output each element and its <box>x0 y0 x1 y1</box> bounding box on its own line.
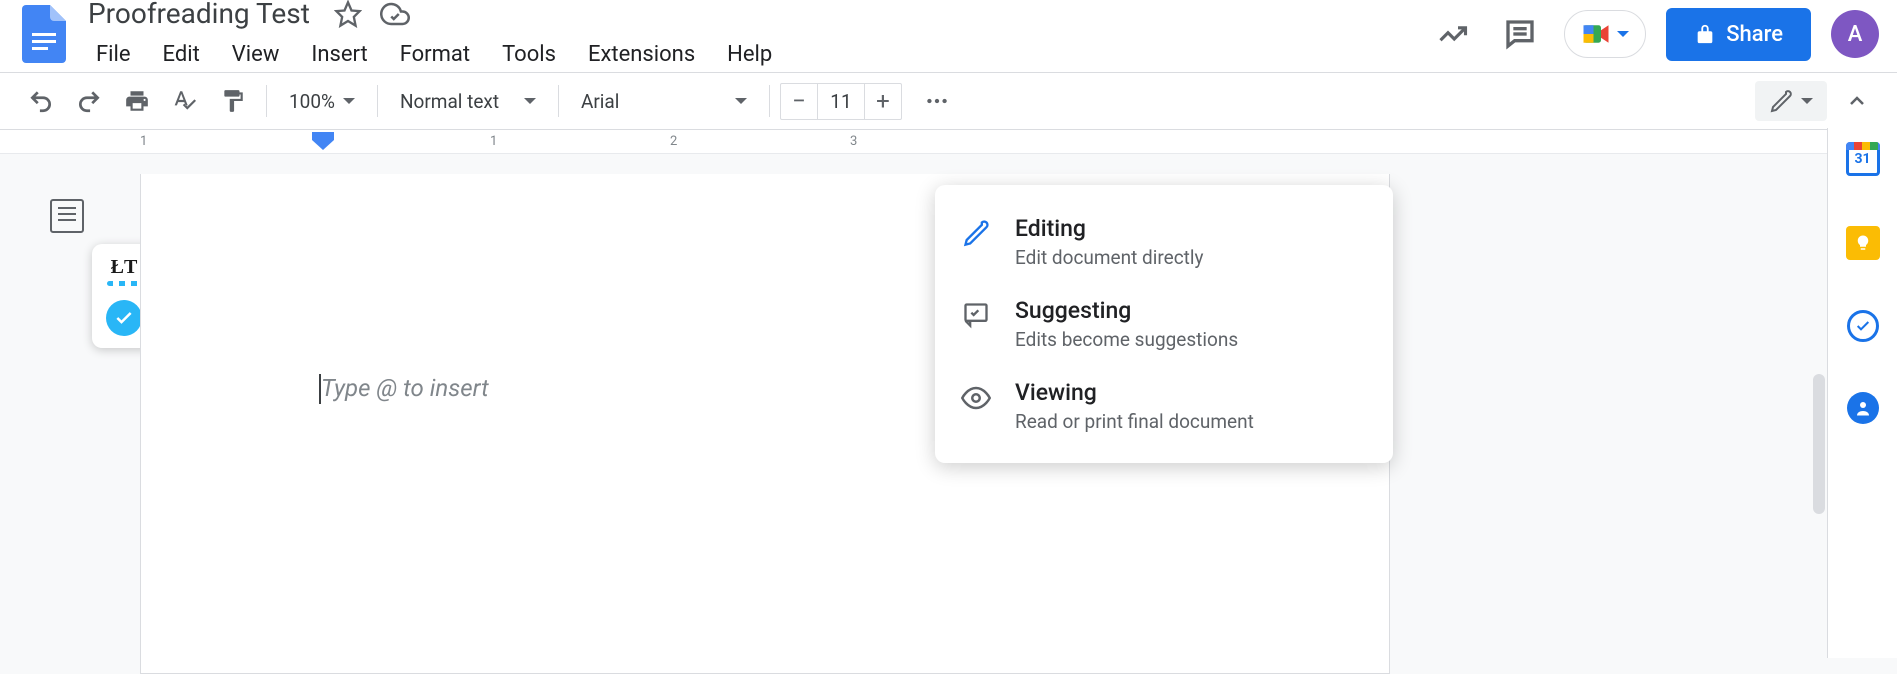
menu-extensions[interactable]: Extensions <box>574 36 709 73</box>
font-size-decrease[interactable]: − <box>781 84 817 118</box>
pencil-icon <box>961 219 991 247</box>
wave-icon <box>107 281 141 286</box>
meet-button[interactable] <box>1564 10 1646 58</box>
tasks-icon[interactable] <box>1847 310 1879 342</box>
suggest-icon <box>961 301 991 329</box>
mode-suggesting[interactable]: Suggesting Edits become suggestions <box>935 283 1393 365</box>
editing-mode-button[interactable] <box>1755 81 1827 121</box>
share-button[interactable]: Share <box>1666 8 1811 61</box>
share-label: Share <box>1726 22 1783 47</box>
menu-tools[interactable]: Tools <box>488 36 570 73</box>
font-size-value[interactable]: 11 <box>817 84 865 119</box>
mode-title: Viewing <box>1015 379 1254 406</box>
paint-format-button[interactable] <box>210 80 256 122</box>
print-button[interactable] <box>114 80 160 122</box>
menu-view[interactable]: View <box>218 36 294 73</box>
comments-icon[interactable] <box>1496 10 1544 58</box>
font-dropdown[interactable]: Arial <box>569 84 759 119</box>
docs-logo[interactable] <box>18 0 70 69</box>
ruler-mark: 1 <box>140 134 147 149</box>
spellcheck-button[interactable] <box>162 80 208 122</box>
mode-title: Suggesting <box>1015 297 1238 324</box>
mode-desc: Read or print final document <box>1015 410 1254 433</box>
scrollbar[interactable] <box>1813 374 1825 514</box>
calendar-icon[interactable]: 31 <box>1846 142 1880 176</box>
mode-desc: Edit document directly <box>1015 246 1203 269</box>
activity-icon[interactable] <box>1430 11 1476 57</box>
side-panel: 31 <box>1827 128 1897 658</box>
cloud-status-icon[interactable] <box>380 0 410 29</box>
document-title[interactable]: Proofreading Test <box>82 0 316 32</box>
mode-menu: Editing Edit document directly Suggestin… <box>935 185 1393 463</box>
mode-title: Editing <box>1015 215 1203 242</box>
indent-marker[interactable] <box>312 132 334 156</box>
avatar[interactable]: A <box>1831 10 1879 58</box>
ruler-mark: 1 <box>490 134 497 149</box>
keep-icon[interactable] <box>1846 226 1880 260</box>
ruler[interactable]: 1 1 2 3 <box>0 130 1897 154</box>
menu-format[interactable]: Format <box>386 36 484 73</box>
caret-icon <box>1617 31 1629 37</box>
languagetool-logo-icon: ŁT <box>111 256 138 279</box>
menu-edit[interactable]: Edit <box>149 36 214 73</box>
insert-placeholder: Type @ to insert <box>321 374 489 402</box>
menu-help[interactable]: Help <box>713 36 786 73</box>
menu-file[interactable]: File <box>82 36 145 73</box>
menubar: File Edit View Insert Format Tools Exten… <box>82 36 1430 73</box>
eye-icon <box>961 383 991 413</box>
titlebar: Proofreading Test File Edit View Insert … <box>0 0 1897 60</box>
ruler-mark: 3 <box>850 134 857 149</box>
star-icon[interactable] <box>334 0 362 28</box>
zoom-dropdown[interactable]: 100% <box>277 84 367 119</box>
mode-editing[interactable]: Editing Edit document directly <box>935 201 1393 283</box>
undo-button[interactable] <box>18 80 64 122</box>
ruler-mark: 2 <box>670 134 677 149</box>
collapse-toolbar-button[interactable] <box>1835 81 1879 121</box>
outline-button[interactable] <box>50 199 84 233</box>
mode-viewing[interactable]: Viewing Read or print final document <box>935 365 1393 447</box>
style-dropdown[interactable]: Normal text <box>388 84 548 119</box>
font-size-control: − 11 + <box>780 83 902 120</box>
redo-button[interactable] <box>66 80 112 122</box>
font-size-increase[interactable]: + <box>865 84 901 118</box>
check-ok-icon[interactable] <box>106 300 142 336</box>
contacts-icon[interactable] <box>1847 392 1879 424</box>
menu-insert[interactable]: Insert <box>297 36 381 73</box>
toolbar: 100% Normal text Arial − 11 + <box>0 72 1897 130</box>
mode-desc: Edits become suggestions <box>1015 328 1238 351</box>
more-tools-button[interactable] <box>914 80 960 122</box>
